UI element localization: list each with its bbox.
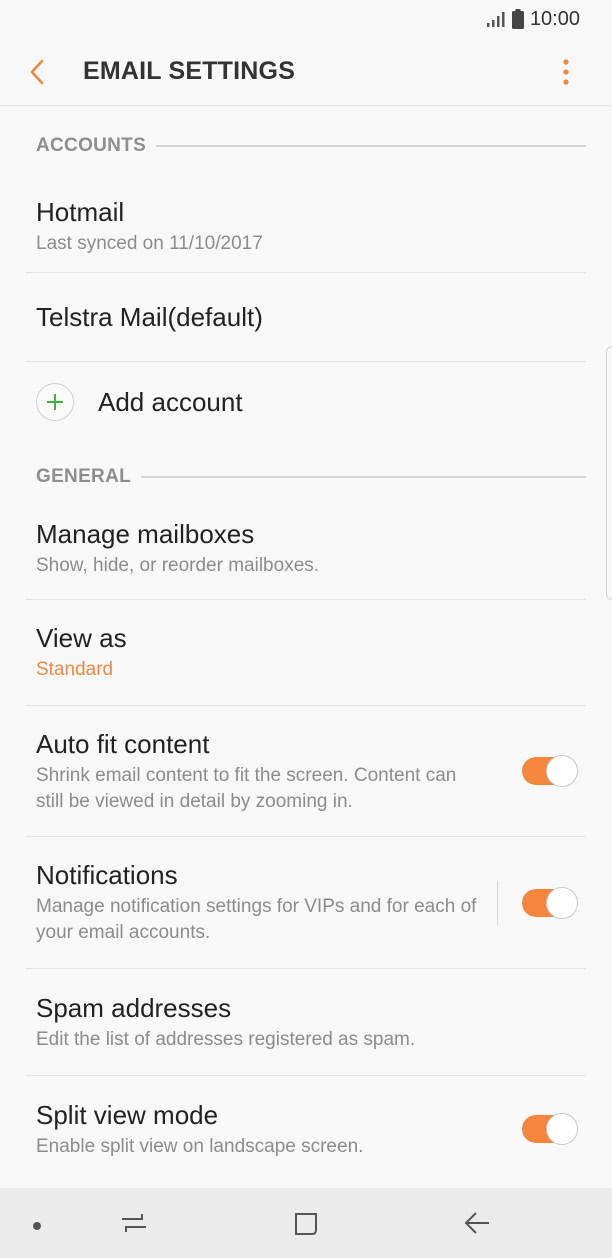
section-divider xyxy=(156,145,586,147)
plus-icon xyxy=(36,383,74,421)
app-bar: EMAIL SETTINGS xyxy=(0,38,612,106)
battery-icon xyxy=(511,9,524,29)
section-header-general: GENERAL xyxy=(0,442,612,512)
more-vertical-icon xyxy=(563,58,569,85)
row-value: Standard xyxy=(36,659,114,680)
navigation-bar xyxy=(0,1188,612,1258)
status-time: 10:00 xyxy=(529,7,580,30)
setting-row-notifications[interactable]: Notifications Manage notification settin… xyxy=(26,837,586,969)
row-title: Spam addresses xyxy=(36,992,232,1023)
row-subtitle: Enable split view on landscape screen. xyxy=(36,1135,364,1157)
auto-fit-toggle[interactable] xyxy=(522,755,578,787)
page-title: EMAIL SETTINGS xyxy=(83,57,296,85)
toggle-knob xyxy=(546,1113,578,1145)
toggle-knob xyxy=(546,886,578,919)
account-row-telstra[interactable]: Telstra Mail(default) xyxy=(26,273,586,362)
split-view-toggle[interactable] xyxy=(522,1113,578,1145)
row-subtitle: Show, hide, or reorder mailboxes. xyxy=(36,555,320,576)
back-button[interactable] xyxy=(0,38,80,106)
row-title: Split view mode xyxy=(36,1099,219,1130)
row-subtitle: Edit the list of addresses registered as… xyxy=(36,1028,416,1050)
more-options-button[interactable] xyxy=(536,38,596,106)
section-label: ACCOUNTS xyxy=(36,135,147,156)
setting-row-auto-fit[interactable]: Auto fit content Shrink email content to… xyxy=(26,706,586,837)
setting-row-spam-addresses[interactable]: Spam addresses Edit the list of addresse… xyxy=(26,969,586,1076)
row-title: Add account xyxy=(98,387,243,417)
row-subtitle: Shrink email content to fit the screen. … xyxy=(36,764,457,812)
signal-icon xyxy=(486,12,505,27)
row-title: Manage mailboxes xyxy=(36,519,255,549)
row-title: Auto fit content xyxy=(36,728,210,759)
recents-icon[interactable] xyxy=(118,1210,150,1241)
row-divider xyxy=(497,880,498,925)
row-title: Telstra Mail(default) xyxy=(36,302,263,332)
add-account-button[interactable]: Add account xyxy=(26,362,586,442)
row-title: View as xyxy=(36,623,127,653)
row-subtitle: Last synced on 11/10/2017 xyxy=(36,232,263,254)
back-arrow-icon[interactable] xyxy=(462,1210,492,1241)
setting-row-split-view[interactable]: Split view mode Enable split view on lan… xyxy=(26,1076,586,1182)
section-label: GENERAL xyxy=(36,466,131,487)
settings-list: ACCOUNTS Hotmail Last synced on 11/10/20… xyxy=(0,106,612,1182)
section-divider xyxy=(141,476,586,478)
account-row-hotmail[interactable]: Hotmail Last synced on 11/10/2017 xyxy=(26,186,586,273)
chevron-left-icon xyxy=(30,59,44,84)
setting-row-view-as[interactable]: View as Standard xyxy=(26,600,586,706)
toggle-knob xyxy=(546,755,578,787)
row-title: Notifications xyxy=(36,860,178,890)
home-icon[interactable] xyxy=(292,1210,320,1243)
notifications-toggle[interactable] xyxy=(522,886,578,919)
row-subtitle: Manage notification settings for VIPs an… xyxy=(36,896,477,943)
row-title: Hotmail xyxy=(36,196,125,227)
dot-icon[interactable] xyxy=(32,1218,42,1236)
setting-row-manage-mailboxes[interactable]: Manage mailboxes Show, hide, or reorder … xyxy=(26,512,586,600)
status-bar: 10:00 xyxy=(0,0,612,38)
section-header-accounts: ACCOUNTS xyxy=(0,106,612,186)
